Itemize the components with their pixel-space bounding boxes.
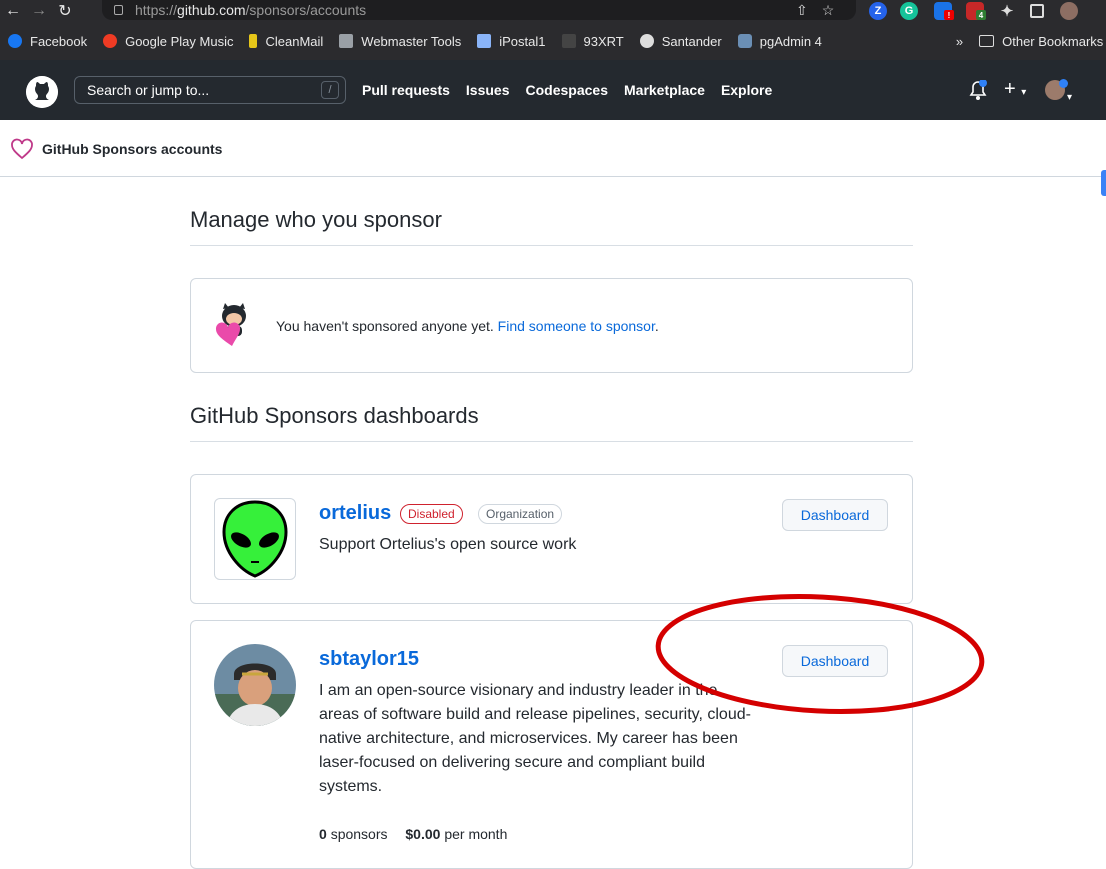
- pgadmin-icon: [737, 34, 752, 48]
- bookmarks-overflow[interactable]: »: [956, 34, 963, 49]
- bookmark-93xrt[interactable]: 93XRT: [561, 34, 624, 49]
- create-new-icon[interactable]: + ▾: [1004, 78, 1026, 101]
- bookmark-google-play-music[interactable]: Google Play Music: [103, 34, 233, 49]
- share-icon[interactable]: ⇧: [796, 2, 808, 19]
- profile-avatar[interactable]: [1060, 2, 1078, 20]
- grammarly-extension-icon[interactable]: G: [900, 2, 918, 20]
- dashboards-divider: [190, 441, 913, 442]
- account-description-ortelius: Support Ortelius's open source work: [319, 536, 577, 553]
- ortelius-alien-logo[interactable]: [214, 498, 296, 580]
- folder-icon: [979, 35, 995, 47]
- reload-icon[interactable]: ↻: [52, 0, 78, 22]
- lock-icon: [114, 5, 123, 15]
- cleanmail-icon: [249, 34, 258, 48]
- ipostal-icon: [477, 34, 492, 48]
- url-scheme: https://: [135, 2, 178, 18]
- search-input[interactable]: Search or jump to... /: [74, 76, 346, 104]
- account-name-sbtaylor15[interactable]: sbtaylor15: [319, 648, 419, 671]
- sponsors-count: 0: [319, 826, 327, 842]
- bookmark-ipostal1[interactable]: iPostal1: [477, 34, 546, 49]
- nav-pull-requests[interactable]: Pull requests: [362, 82, 450, 98]
- nav-codespaces[interactable]: Codespaces: [526, 82, 608, 98]
- avatar-sbtaylor15[interactable]: [214, 644, 296, 726]
- bookmarks-bar: Facebook Google Play Music CleanMail Web…: [0, 30, 1106, 52]
- heart-icon: [10, 138, 34, 165]
- scrollbar-thumb[interactable]: [1101, 170, 1106, 196]
- forward-icon[interactable]: →: [26, 0, 52, 22]
- radio-icon: [561, 34, 576, 48]
- status-badge-disabled: Disabled: [400, 504, 463, 524]
- description-line: systems.: [319, 778, 383, 795]
- address-bar[interactable]: https://github.com/sponsors/accounts: [102, 0, 856, 20]
- manage-divider: [190, 245, 913, 246]
- page-title: GitHub Sponsors accounts: [42, 141, 223, 157]
- description-line: native architecture, and microservices. …: [319, 730, 738, 747]
- bookmark-other[interactable]: Other Bookmarks: [979, 34, 1103, 49]
- monthly-amount: $0.00: [405, 826, 441, 842]
- empty-sponsorships-text: You haven't sponsored anyone yet. Find s…: [276, 318, 659, 334]
- manage-heading: Manage who you sponsor: [190, 207, 442, 232]
- account-name-ortelius[interactable]: ortelius: [319, 502, 391, 525]
- primary-nav: Pull requests Issues Codespaces Marketpl…: [362, 82, 772, 98]
- zoom-extension-icon[interactable]: Z: [869, 2, 887, 20]
- mona-heart-illustration: [212, 300, 256, 355]
- puzzle-extensions-icon[interactable]: ✦: [998, 2, 1016, 20]
- monthly-label: per month: [444, 826, 508, 842]
- extension-alert-badge: !: [944, 10, 954, 20]
- nav-marketplace[interactable]: Marketplace: [624, 82, 705, 98]
- bookmark-webmaster-tools[interactable]: Webmaster Tools: [339, 34, 461, 49]
- globe-icon: [639, 34, 654, 48]
- nav-explore[interactable]: Explore: [721, 82, 772, 98]
- url-host: github.com: [177, 2, 246, 18]
- back-icon[interactable]: ←: [0, 0, 26, 22]
- bookmark-star-icon[interactable]: ☆: [822, 2, 835, 19]
- facebook-icon: [8, 34, 22, 48]
- nav-issues[interactable]: Issues: [466, 82, 510, 98]
- bookmark-santander[interactable]: Santander: [639, 34, 722, 49]
- extension-count-badge: 4: [976, 10, 986, 20]
- sponsors-label: sponsors: [330, 826, 388, 842]
- github-logo-icon[interactable]: [26, 76, 58, 108]
- reading-list-icon[interactable]: [1030, 4, 1044, 18]
- annotation-circle: [655, 593, 985, 715]
- notifications-icon[interactable]: [968, 79, 988, 107]
- play-music-icon: [103, 34, 118, 48]
- find-someone-link[interactable]: Find someone to sponsor: [498, 318, 655, 334]
- bookmark-cleanmail[interactable]: CleanMail: [249, 34, 323, 49]
- bookmark-pgadmin[interactable]: pgAdmin 4: [737, 34, 822, 49]
- dashboards-heading: GitHub Sponsors dashboards: [190, 403, 479, 428]
- user-avatar[interactable]: ▾: [1045, 79, 1072, 105]
- type-badge-organization: Organization: [478, 504, 563, 524]
- sponsor-stats: 0 sponsors $0.00 per month: [319, 826, 507, 842]
- bookmark-facebook[interactable]: Facebook: [8, 34, 87, 49]
- description-line: laser-focused on delivering secure and c…: [319, 754, 705, 771]
- dashboard-button-ortelius[interactable]: Dashboard: [782, 499, 888, 531]
- search-shortcut-hint: /: [321, 81, 339, 99]
- url-path: /sponsors/accounts: [245, 2, 367, 18]
- webmaster-icon: [339, 34, 354, 48]
